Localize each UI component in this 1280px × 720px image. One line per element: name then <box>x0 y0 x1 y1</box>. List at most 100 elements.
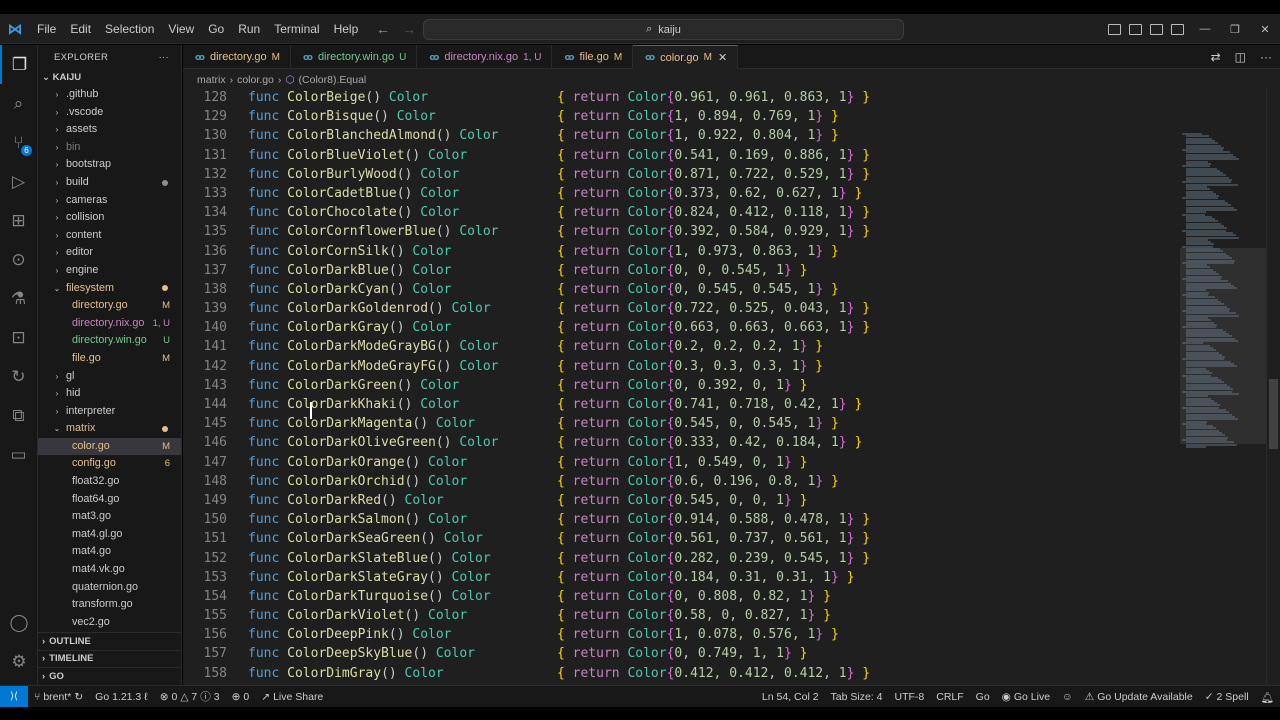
tree-file[interactable]: transform.go <box>38 596 181 614</box>
containers-icon[interactable]: ⧉ <box>0 396 37 435</box>
tree-file[interactable]: color.go M <box>38 437 181 456</box>
close-window-icon[interactable]: ✕ <box>1250 23 1280 36</box>
split-editor-icon[interactable]: ◫ <box>1235 50 1246 64</box>
tree-file[interactable]: mat3.go <box>38 508 181 526</box>
spell-status[interactable]: ✓ 2 Spell <box>1199 691 1255 703</box>
explorer-icon[interactable]: ❐ <box>0 45 37 84</box>
toggle-panel-icon[interactable] <box>1129 23 1142 35</box>
editor-tab[interactable]: ꝏ directory.win.go U <box>291 45 418 69</box>
tree-file[interactable]: mat4.gl.go <box>38 526 181 544</box>
tree-file[interactable]: file.go M <box>38 350 181 368</box>
close-tab-icon[interactable]: ✕ <box>718 51 727 64</box>
menu-help[interactable]: Help <box>327 14 366 44</box>
terminal-icon[interactable]: ⊡ <box>0 318 37 357</box>
tree-folder[interactable]: › content <box>38 227 181 245</box>
tree-folder[interactable]: › bin <box>38 139 181 157</box>
tree-folder[interactable]: › cameras <box>38 192 181 210</box>
menu-selection[interactable]: Selection <box>98 14 161 44</box>
editor-tab[interactable]: ꝏ directory.go M <box>183 45 291 69</box>
source-control-icon[interactable]: ⑂ 6 <box>0 123 37 162</box>
tree-folder[interactable]: › interpreter <box>38 403 181 421</box>
tree-folder[interactable]: › editor <box>38 244 181 262</box>
forward-arrow-icon[interactable]: → <box>402 14 416 44</box>
vertical-scrollbar[interactable] <box>1266 88 1280 685</box>
customize-layout-icon[interactable] <box>1171 23 1184 35</box>
minimap-viewport[interactable] <box>1180 248 1266 444</box>
tree-file[interactable]: mat4.vk.go <box>38 561 181 579</box>
encoding[interactable]: UTF-8 <box>888 691 930 703</box>
tree-file[interactable]: float32.go <box>38 473 181 491</box>
extensions-icon[interactable]: ⊞ <box>0 201 37 240</box>
branch-status[interactable]: ⑂ brent* ↻ <box>28 691 89 703</box>
tree-file[interactable]: directory.win.go U <box>38 332 181 350</box>
ports-status[interactable]: ⊕ 0 <box>226 691 256 703</box>
more-editor-actions-icon[interactable]: ··· <box>1260 50 1272 64</box>
editor-tab[interactable]: ꝏ file.go M <box>552 45 634 69</box>
testing-icon[interactable]: ⚗ <box>0 279 37 318</box>
menu-view[interactable]: View <box>161 14 201 44</box>
manage-gear-icon[interactable]: ⚙ <box>0 642 38 681</box>
menu-terminal[interactable]: Terminal <box>267 14 326 44</box>
compare-changes-icon[interactable]: ⇄ <box>1211 50 1221 64</box>
editor-tab[interactable]: ꝏ directory.nix.go 1, U <box>417 45 553 69</box>
live-share-icon[interactable]: ↻ <box>0 357 37 396</box>
tree-folder[interactable]: ⌄ matrix <box>38 420 181 438</box>
code-editor[interactable]: 128 func ColorBeige() Color { return Color… <box>183 88 1183 685</box>
tree-file[interactable]: directory.nix.go 1, U <box>38 315 181 333</box>
menu-run[interactable]: Run <box>231 14 267 44</box>
section-timeline[interactable]: › TIMELINE <box>38 649 182 668</box>
tree-folder[interactable]: › .vscode <box>38 104 181 122</box>
accounts-icon[interactable]: ◯ <box>0 603 38 642</box>
back-arrow-icon[interactable]: ← <box>376 14 390 44</box>
tree-file[interactable]: quaternion.go <box>38 579 181 597</box>
comments-icon[interactable]: ▭ <box>0 435 37 474</box>
end-of-line[interactable]: CRLF <box>930 691 969 703</box>
toggle-primary-sidebar-icon[interactable] <box>1108 23 1121 35</box>
tree-folder[interactable]: › collision <box>38 209 181 227</box>
breadcrumb-item[interactable]: color.go <box>237 74 274 86</box>
restore-icon[interactable]: ❐ <box>1220 23 1250 36</box>
tree-folder[interactable]: › .github <box>38 86 181 104</box>
notifications-bell-icon[interactable]: 🔔︎ <box>1255 691 1280 704</box>
breadcrumb-item[interactable]: matrix <box>197 74 226 86</box>
go-version-status[interactable]: Go 1.21.3 ℓ <box>89 691 154 703</box>
tree-file[interactable]: float64.go <box>38 491 181 509</box>
menu-go[interactable]: Go <box>201 14 231 44</box>
tab-size[interactable]: Tab Size: 4 <box>825 691 889 703</box>
minimize-icon[interactable]: — <box>1190 23 1220 35</box>
tree-folder[interactable]: › gl <box>38 368 181 386</box>
more-actions-icon[interactable]: ··· <box>159 52 169 63</box>
section-go[interactable]: › GO <box>38 667 182 685</box>
remote-indicator-icon[interactable]: ⟩⟨ <box>0 685 28 708</box>
editor-tab[interactable]: ꝏ color.go M ✕ <box>633 45 739 69</box>
minimap[interactable] <box>1180 88 1266 685</box>
tree-file[interactable]: vec2.go <box>38 614 181 632</box>
tree-folder[interactable]: › hid <box>38 385 181 403</box>
tree-folder[interactable]: › build <box>38 174 181 192</box>
language-mode[interactable]: Go <box>970 691 996 703</box>
cursor-position[interactable]: Ln 54, Col 2 <box>756 691 825 703</box>
workspace-root[interactable]: ⌄ KAIJU <box>38 69 181 86</box>
toggle-secondary-sidebar-icon[interactable] <box>1150 23 1163 35</box>
tree-folder[interactable]: › assets <box>38 121 181 139</box>
menu-edit[interactable]: Edit <box>63 14 98 44</box>
tree-folder[interactable]: › bootstrap <box>38 156 181 174</box>
tree-file[interactable]: directory.go M <box>38 297 181 315</box>
menu-file[interactable]: File <box>30 14 63 44</box>
tree-file[interactable]: mat4.go <box>38 543 181 561</box>
go-update-status[interactable]: ⚠ Go Update Available <box>1079 691 1199 703</box>
section-outline[interactable]: › OUTLINE <box>38 632 182 650</box>
tree-folder[interactable]: › engine <box>38 262 181 280</box>
search-view-icon[interactable]: ⌕ <box>0 84 37 123</box>
go-live-status[interactable]: ◉ Go Live <box>996 691 1056 703</box>
tree-file[interactable]: config.go 6 <box>38 455 181 473</box>
run-debug-icon[interactable]: ▷ <box>0 162 37 201</box>
tree-folder[interactable]: ⌄ filesystem <box>38 280 181 298</box>
problems-status[interactable]: ⊗ 0 △ 7 ⓘ 3 <box>154 689 226 704</box>
command-center-search[interactable]: ⌕ kaiju <box>423 19 904 40</box>
breadcrumb-item[interactable]: (Color8).Equal <box>299 74 367 86</box>
live-share-status[interactable]: ↗ Live Share <box>255 691 329 703</box>
remote-explorer-icon[interactable]: ⊙ <box>0 240 37 279</box>
scroll-thumb[interactable] <box>1269 379 1278 449</box>
copilot-icon[interactable]: ☺ <box>1056 691 1079 703</box>
